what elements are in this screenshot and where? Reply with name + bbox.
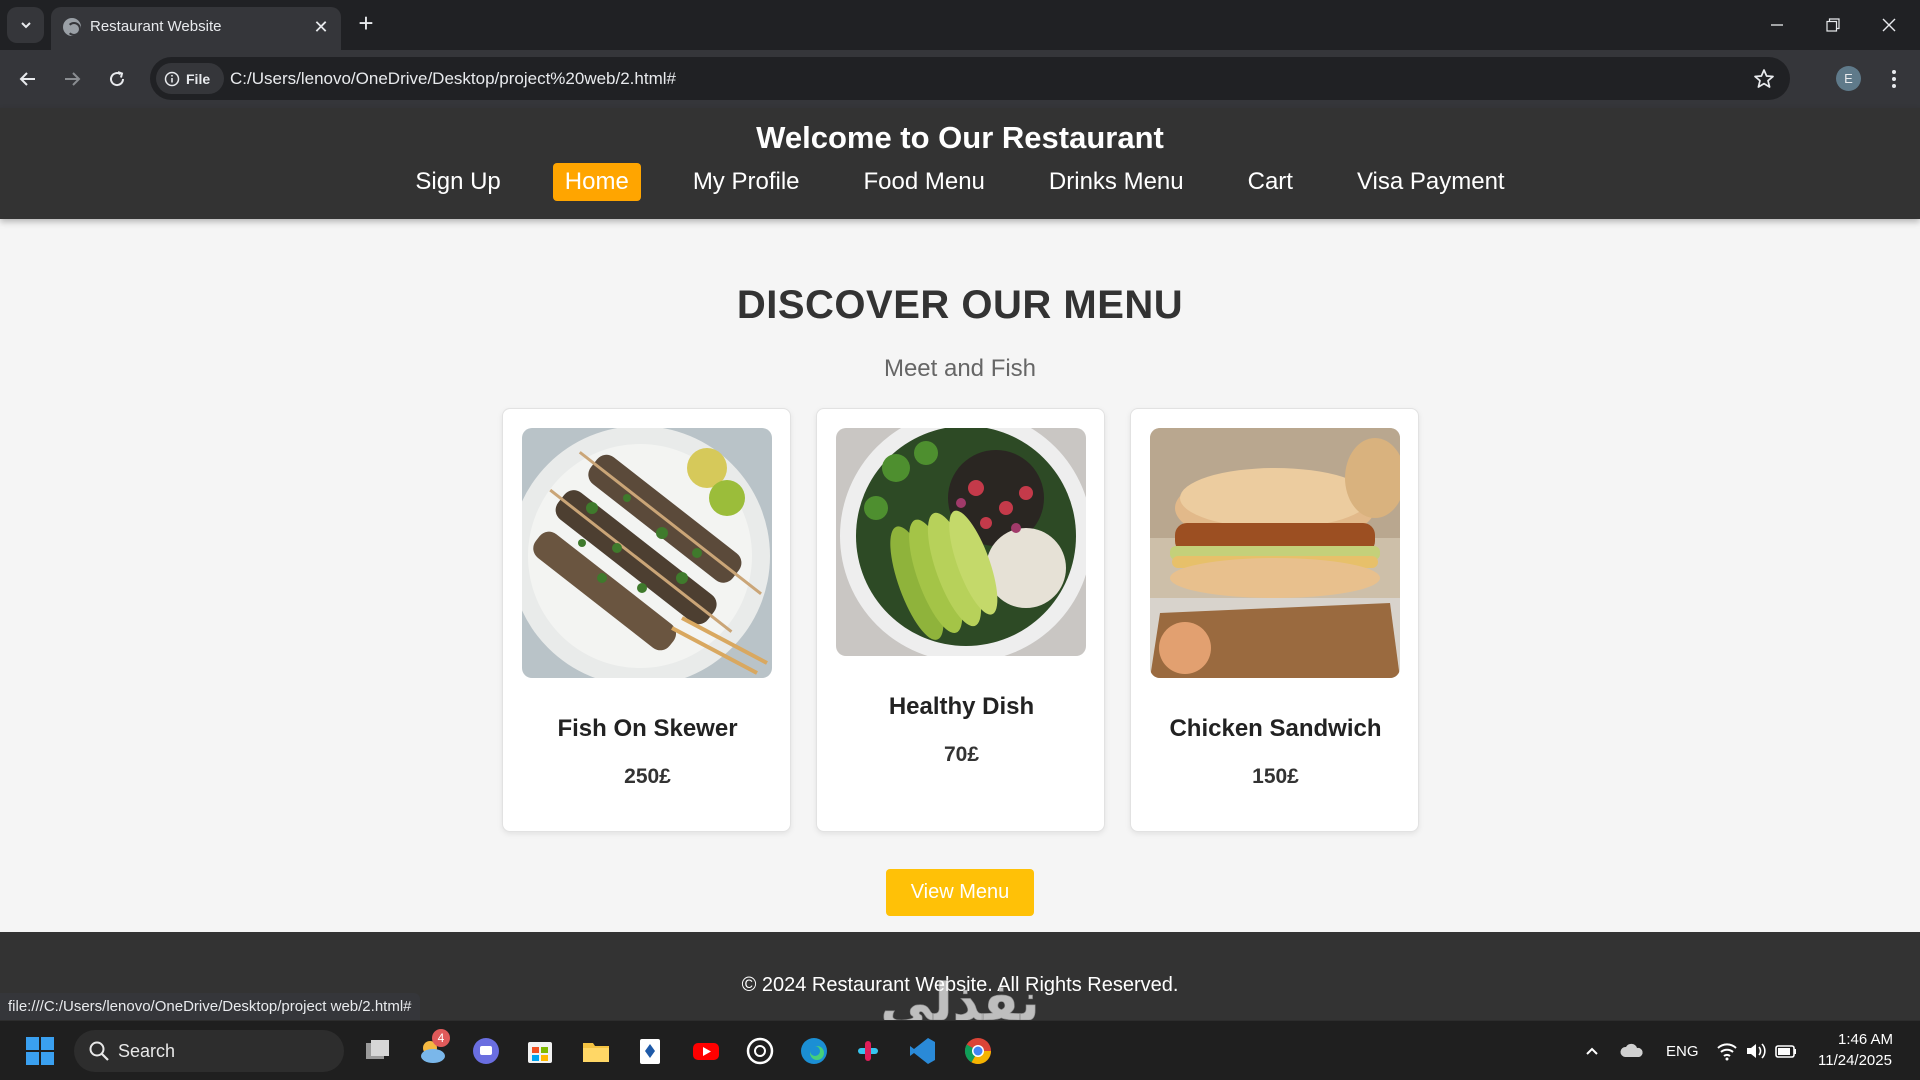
fish-skewer-image [522, 428, 772, 678]
chevron-up-icon[interactable] [1584, 1043, 1600, 1059]
volume-icon[interactable] [1745, 1041, 1767, 1061]
clock-date[interactable]: 11/24/2025 [1818, 1052, 1892, 1069]
restore-button[interactable] [1805, 0, 1861, 50]
search-icon [89, 1041, 109, 1061]
windows-start-icon[interactable] [24, 1035, 56, 1067]
arrow-right-icon [65, 72, 81, 86]
slack-icon[interactable] [852, 1035, 884, 1067]
teams-chat-icon[interactable] [470, 1035, 502, 1067]
card-price: 250£ [624, 765, 671, 788]
nav-visa-payment[interactable]: Visa Payment [1345, 163, 1517, 201]
tab-search-button[interactable] [7, 7, 44, 43]
web-page: Welcome to Our Restaurant Sign Up Home M… [0, 108, 1920, 1020]
nav-sign-up[interactable]: Sign Up [403, 163, 512, 201]
card-price: 150£ [1252, 765, 1299, 788]
site-header: Welcome to Our Restaurant Sign Up Home M… [0, 108, 1920, 219]
back-button[interactable] [12, 63, 44, 95]
solitaire-icon[interactable] [634, 1035, 666, 1067]
wifi-icon[interactable] [1716, 1041, 1738, 1061]
tab-title: Restaurant Website [90, 18, 222, 35]
card-title: Fish On Skewer [557, 715, 738, 742]
browser-toolbar: File C:/Users/lenovo/OneDrive/Desktop/pr… [0, 50, 1920, 108]
healthy-dish-image [836, 428, 1086, 656]
close-window-button[interactable] [1861, 0, 1917, 50]
chatgpt-icon[interactable] [744, 1035, 776, 1067]
close-tab-icon[interactable]: ✕ [309, 15, 333, 39]
nav-my-profile[interactable]: My Profile [681, 163, 812, 201]
menu-card[interactable]: Healthy Dish 70£ [816, 408, 1105, 832]
globe-icon [63, 18, 81, 36]
language-indicator[interactable]: ENG [1666, 1043, 1699, 1060]
view-menu-button[interactable]: View Menu [886, 869, 1034, 916]
microsoft-store-icon[interactable] [524, 1035, 556, 1067]
edge-icon[interactable] [798, 1035, 830, 1067]
site-title: Welcome to Our Restaurant [756, 120, 1164, 155]
chevron-down-icon [20, 22, 31, 29]
nav-food-menu[interactable]: Food Menu [852, 163, 997, 201]
chicken-sandwich-image [1150, 428, 1400, 678]
card-price: 70£ [943, 743, 980, 766]
taskbar-search[interactable]: Search [74, 1030, 344, 1072]
bookmark-star-icon[interactable] [1752, 67, 1776, 91]
browser-tab[interactable]: Restaurant Website ✕ [51, 7, 341, 50]
profile-avatar[interactable]: E [1836, 66, 1861, 91]
battery-icon[interactable] [1774, 1041, 1798, 1061]
chrome-icon[interactable] [962, 1035, 994, 1067]
taskbar-search-label: Search [118, 1041, 176, 1061]
youtube-icon[interactable] [690, 1035, 722, 1067]
link-status-bubble: file:///C:/Users/lenovo/OneDrive/Desktop… [0, 993, 420, 1020]
browser-tabstrip: Restaurant Website ✕ + [0, 0, 1920, 50]
card-title: Chicken Sandwich [1169, 715, 1382, 742]
nav-home[interactable]: Home [552, 163, 641, 201]
menu-card[interactable]: Fish On Skewer 250£ [502, 408, 791, 832]
nav-drinks-menu[interactable]: Drinks Menu [1037, 163, 1196, 201]
forward-button[interactable] [56, 63, 88, 95]
nav-cart[interactable]: Cart [1236, 163, 1305, 201]
onedrive-cloud-icon[interactable] [1620, 1041, 1644, 1061]
file-explorer-icon[interactable] [580, 1035, 612, 1067]
section-title: DISCOVER OUR MENU [736, 283, 1184, 327]
reload-button[interactable] [101, 63, 133, 95]
vscode-icon[interactable] [906, 1035, 938, 1067]
minimize-button[interactable] [1749, 0, 1805, 50]
site-info-chip[interactable]: File [156, 63, 224, 94]
browser-menu-button[interactable] [1880, 65, 1908, 93]
close-icon [1882, 18, 1896, 32]
restore-icon [1826, 18, 1840, 32]
main-nav: Sign Up Home My Profile Food Menu Drinks… [0, 163, 1920, 201]
card-title: Healthy Dish [888, 693, 1035, 720]
weather-badge: 4 [432, 1029, 450, 1047]
more-vertical-icon [1892, 70, 1896, 88]
site-chip-label: File [186, 70, 211, 87]
minimize-icon [1771, 24, 1783, 26]
arrow-left-icon [19, 72, 35, 86]
reload-icon [110, 71, 125, 87]
info-icon [164, 71, 180, 86]
clock-time[interactable]: 1:46 AM [1838, 1031, 1893, 1048]
new-tab-button[interactable]: + [352, 10, 380, 38]
url-text[interactable]: C:/Users/lenovo/OneDrive/Desktop/project… [230, 69, 676, 89]
task-view-icon[interactable] [362, 1035, 394, 1067]
section-subtitle: Meet and Fish [883, 355, 1037, 382]
address-bar[interactable]: File C:/Users/lenovo/OneDrive/Desktop/pr… [150, 57, 1790, 100]
menu-card[interactable]: Chicken Sandwich 150£ [1130, 408, 1419, 832]
windows-taskbar: Search 4 ENG 1:46 AM 11/24/2025 [0, 1020, 1920, 1080]
